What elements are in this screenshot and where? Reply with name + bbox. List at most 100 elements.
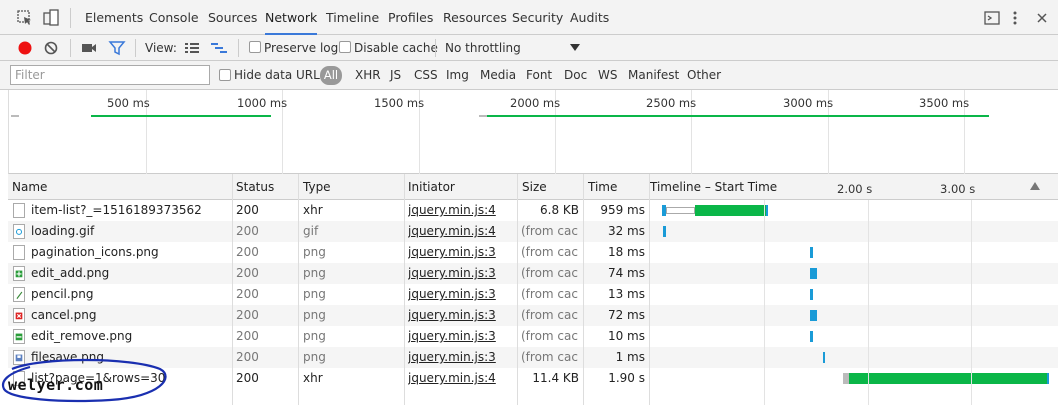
tab-resources[interactable]: Resources xyxy=(443,0,507,35)
filter-type-xhr[interactable]: XHR xyxy=(355,61,381,90)
column-header-timeline[interactable]: Timeline – Start Time xyxy=(646,174,777,200)
request-size: (from cac... xyxy=(521,245,579,259)
filter-type-js[interactable]: JS xyxy=(390,61,401,90)
network-overview[interactable]: 500 ms 1000 ms 1500 ms 2000 ms 2500 ms 3… xyxy=(8,90,1058,174)
request-initiator-link[interactable]: jquery.min.js:4 xyxy=(408,200,513,221)
file-icon xyxy=(13,245,25,260)
request-size: 6.8 KB xyxy=(540,203,579,217)
preserve-log-checkbox[interactable] xyxy=(249,41,261,53)
request-status: 200 xyxy=(236,266,259,280)
record-icon[interactable] xyxy=(16,39,34,57)
request-initiator-link[interactable]: jquery.min.js:4 xyxy=(408,368,513,389)
disable-cache-label: Disable cache xyxy=(354,41,438,55)
request-name[interactable]: edit_add.png xyxy=(31,263,229,284)
large-rows-icon[interactable] xyxy=(184,40,200,56)
request-name[interactable]: pencil.png xyxy=(31,284,229,305)
request-size: (from cac... xyxy=(521,329,579,343)
tab-profiles[interactable]: Profiles xyxy=(388,0,433,35)
request-status: 200 xyxy=(236,224,259,238)
table-row[interactable]: pencil.png 200 png jquery.min.js:3 (from cac… xyxy=(8,284,1058,305)
filter-type-img[interactable]: Img xyxy=(446,61,469,90)
device-mode-icon[interactable] xyxy=(42,9,60,27)
waterfall-bar xyxy=(766,205,768,216)
filter-type-ws[interactable]: WS xyxy=(598,61,617,90)
request-type: xhr xyxy=(303,371,323,385)
hide-data-urls-checkbox[interactable] xyxy=(219,69,231,81)
filter-type-other[interactable]: Other xyxy=(687,61,721,90)
filter-type-media[interactable]: Media xyxy=(480,61,516,90)
request-name[interactable]: pagination_icons.png xyxy=(31,242,229,263)
tab-network[interactable]: Network xyxy=(265,0,318,35)
table-row[interactable]: edit_remove.png 200 png jquery.min.js:3 (fro… xyxy=(8,326,1058,347)
filter-type-all[interactable]: All xyxy=(320,66,342,85)
request-time: 1 ms xyxy=(615,350,645,364)
column-divider xyxy=(517,174,518,405)
column-header-size[interactable]: Size xyxy=(518,174,547,200)
request-name[interactable]: item-list?_=1516189373562 xyxy=(31,200,229,221)
request-initiator-link[interactable]: jquery.min.js:3 xyxy=(408,305,513,326)
request-size: 11.4 KB xyxy=(532,371,579,385)
tab-security[interactable]: Security xyxy=(512,0,563,35)
column-header-time[interactable]: Time xyxy=(584,174,617,200)
request-type: png xyxy=(303,329,326,343)
tab-console[interactable]: Console xyxy=(149,0,199,35)
inspect-element-icon[interactable] xyxy=(16,9,34,27)
column-header-status[interactable]: Status xyxy=(232,174,274,200)
console-drawer-icon[interactable] xyxy=(983,9,1001,27)
table-row[interactable]: pagination_icons.png 200 png jquery.min.js:… xyxy=(8,242,1058,263)
tab-audits[interactable]: Audits xyxy=(570,0,609,35)
filter-icon[interactable] xyxy=(108,39,126,57)
column-header-initiator[interactable]: Initiator xyxy=(404,174,455,200)
request-initiator-link[interactable]: jquery.min.js:3 xyxy=(408,326,513,347)
request-status: 200 xyxy=(236,329,259,343)
table-row[interactable]: loading.gif 200 gif jquery.min.js:4 (from ca… xyxy=(8,221,1058,242)
network-toolbar: View: Preserve log Disable cache No thro… xyxy=(0,35,1058,61)
throttling-select[interactable]: No throttling xyxy=(445,35,521,61)
capture-screenshots-icon[interactable] xyxy=(80,39,98,57)
filter-type-font[interactable]: Font xyxy=(526,61,552,90)
column-divider xyxy=(404,174,405,405)
table-row[interactable]: item-list?_=1516189373562 200 xhr jquery.mi… xyxy=(8,200,1058,221)
overview-label: 2000 ms xyxy=(510,96,561,110)
request-initiator-link[interactable]: jquery.min.js:3 xyxy=(408,284,513,305)
request-size: (from cac... xyxy=(521,224,579,238)
request-name[interactable]: loading.gif xyxy=(31,221,229,242)
request-name[interactable]: cancel.png xyxy=(31,305,229,326)
filter-type-css[interactable]: CSS xyxy=(414,61,438,90)
tab-sources[interactable]: Sources xyxy=(208,0,257,35)
request-initiator-link[interactable]: jquery.min.js:3 xyxy=(408,263,513,284)
tab-elements[interactable]: Elements xyxy=(85,0,143,35)
tab-divider xyxy=(70,8,71,28)
request-initiator-link[interactable]: jquery.min.js:4 xyxy=(408,221,513,242)
request-status: 200 xyxy=(236,245,259,259)
sort-ascending-icon[interactable] xyxy=(1030,182,1040,190)
request-initiator-link[interactable]: jquery.min.js:3 xyxy=(408,242,513,263)
request-name[interactable]: edit_remove.png xyxy=(31,326,229,347)
filter-input[interactable] xyxy=(10,65,210,85)
request-size: (from cac... xyxy=(521,287,579,301)
overview-icon[interactable] xyxy=(210,40,228,56)
request-type: gif xyxy=(303,224,319,238)
table-row[interactable]: cancel.png 200 png jquery.min.js:3 (from cac… xyxy=(8,305,1058,326)
close-icon[interactable] xyxy=(1033,9,1051,27)
preserve-log-label: Preserve log xyxy=(264,41,339,55)
column-header-type[interactable]: Type xyxy=(299,174,331,200)
request-initiator-link[interactable]: jquery.min.js:3 xyxy=(408,347,513,368)
column-divider xyxy=(298,174,299,405)
tab-timeline[interactable]: Timeline xyxy=(326,0,379,35)
remove-icon xyxy=(13,329,25,344)
pencil-icon xyxy=(13,287,25,302)
chevron-down-icon[interactable] xyxy=(570,44,580,52)
column-header-name[interactable]: Name xyxy=(8,174,47,200)
request-time: 10 ms xyxy=(607,329,645,343)
request-type: png xyxy=(303,245,326,259)
more-options-icon[interactable] xyxy=(1006,9,1024,27)
filter-type-manifest[interactable]: Manifest xyxy=(628,61,679,90)
table-row[interactable]: edit_add.png 200 png jquery.min.js:3 (from c… xyxy=(8,263,1058,284)
filter-type-doc[interactable]: Doc xyxy=(564,61,587,90)
request-time: 18 ms xyxy=(607,245,645,259)
clear-icon[interactable] xyxy=(42,39,60,57)
overview-label: 1000 ms xyxy=(237,96,288,110)
request-type: png xyxy=(303,266,326,280)
disable-cache-checkbox[interactable] xyxy=(339,41,351,53)
